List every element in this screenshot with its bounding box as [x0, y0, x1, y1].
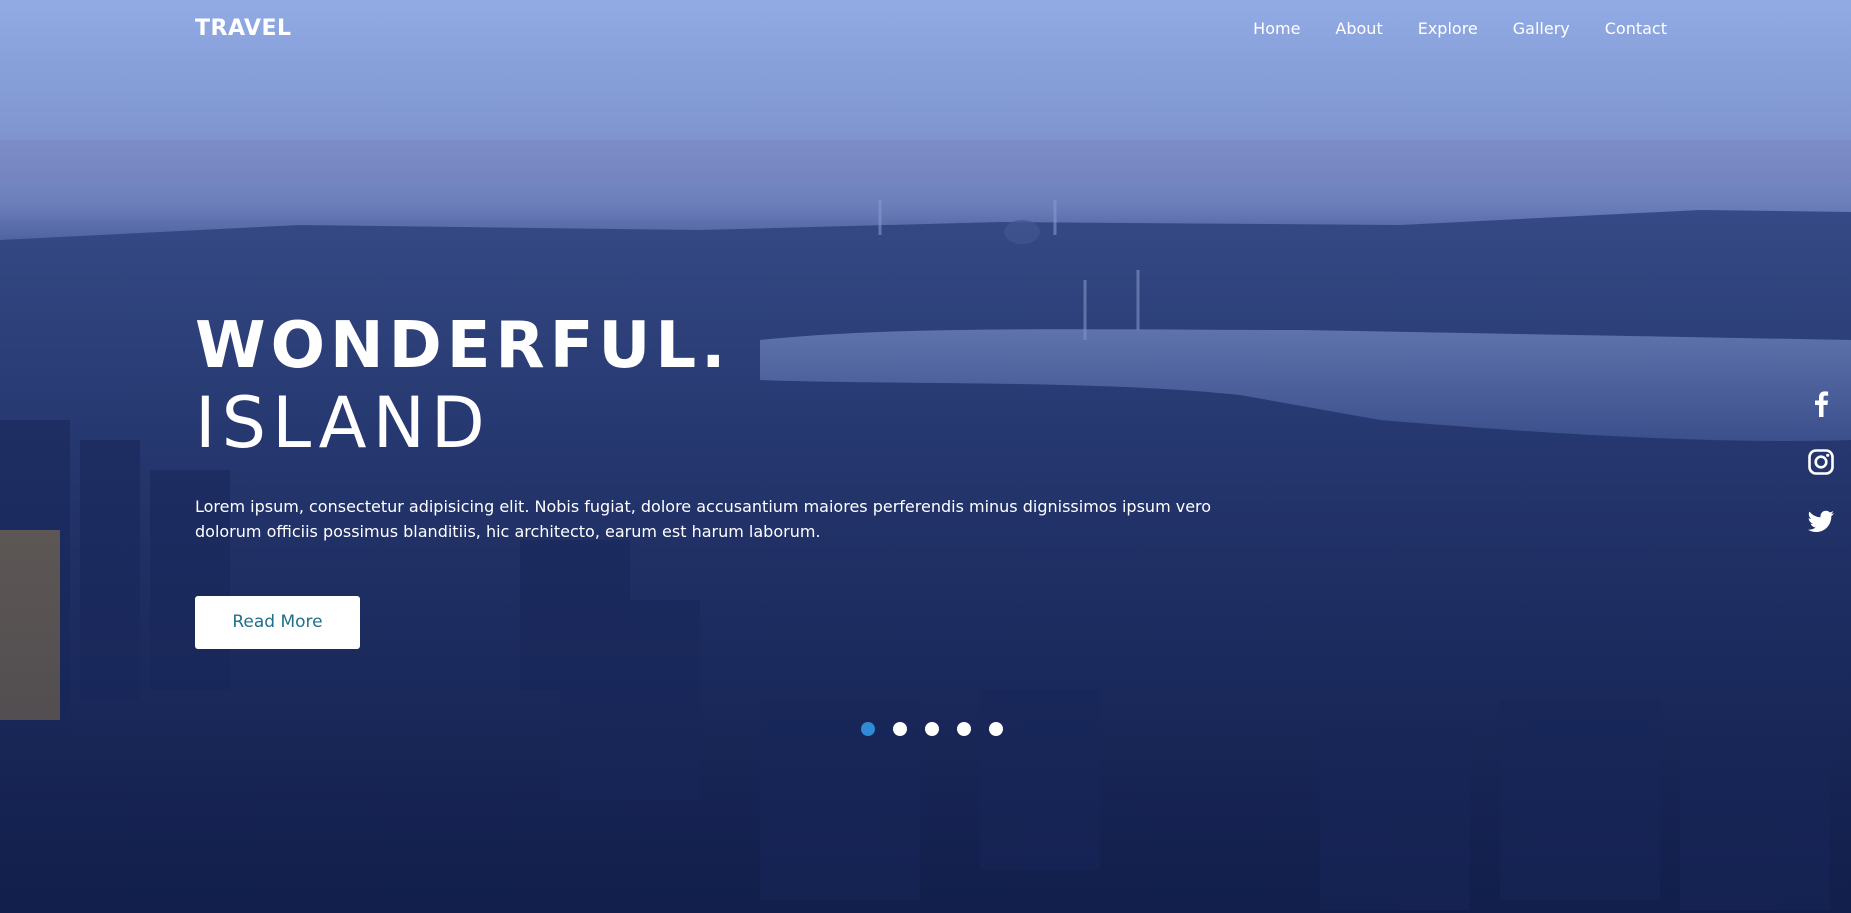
nav-link-contact[interactable]: Contact: [1605, 19, 1667, 38]
slider-dot-4[interactable]: [957, 722, 971, 736]
nav-link-gallery[interactable]: Gallery: [1513, 19, 1570, 38]
instagram-icon[interactable]: [1806, 447, 1836, 477]
nav-link-home[interactable]: Home: [1253, 19, 1300, 38]
nav-link-about[interactable]: About: [1335, 19, 1382, 38]
social-links: [1806, 388, 1836, 565]
hero-title-line2: ISLAND: [195, 382, 491, 464]
hero-section: TRAVEL Home About Explore Gallery Contac…: [0, 0, 1851, 913]
nav-menu: Home About Explore Gallery Contact: [1253, 19, 1667, 38]
hero-description: Lorem ipsum, consectetur adipisicing eli…: [195, 497, 1212, 541]
read-more-button[interactable]: Read More: [195, 596, 360, 649]
brand-logo[interactable]: TRAVEL: [195, 16, 292, 41]
nav-link-explore[interactable]: Explore: [1418, 19, 1478, 38]
hero-title-line1: WONDERFUL.: [195, 309, 731, 383]
hero-content: WONDERFUL. ISLAND Lorem ipsum, consectet…: [195, 308, 1295, 649]
twitter-icon[interactable]: [1806, 506, 1836, 536]
slider-dot-5[interactable]: [989, 722, 1003, 736]
slider-dot-3[interactable]: [925, 722, 939, 736]
slider-dot-2[interactable]: [893, 722, 907, 736]
slider-dot-1[interactable]: [861, 722, 875, 736]
navbar: TRAVEL Home About Explore Gallery Contac…: [0, 0, 1851, 60]
facebook-icon[interactable]: [1806, 388, 1836, 418]
slider-dots: [861, 722, 1003, 736]
